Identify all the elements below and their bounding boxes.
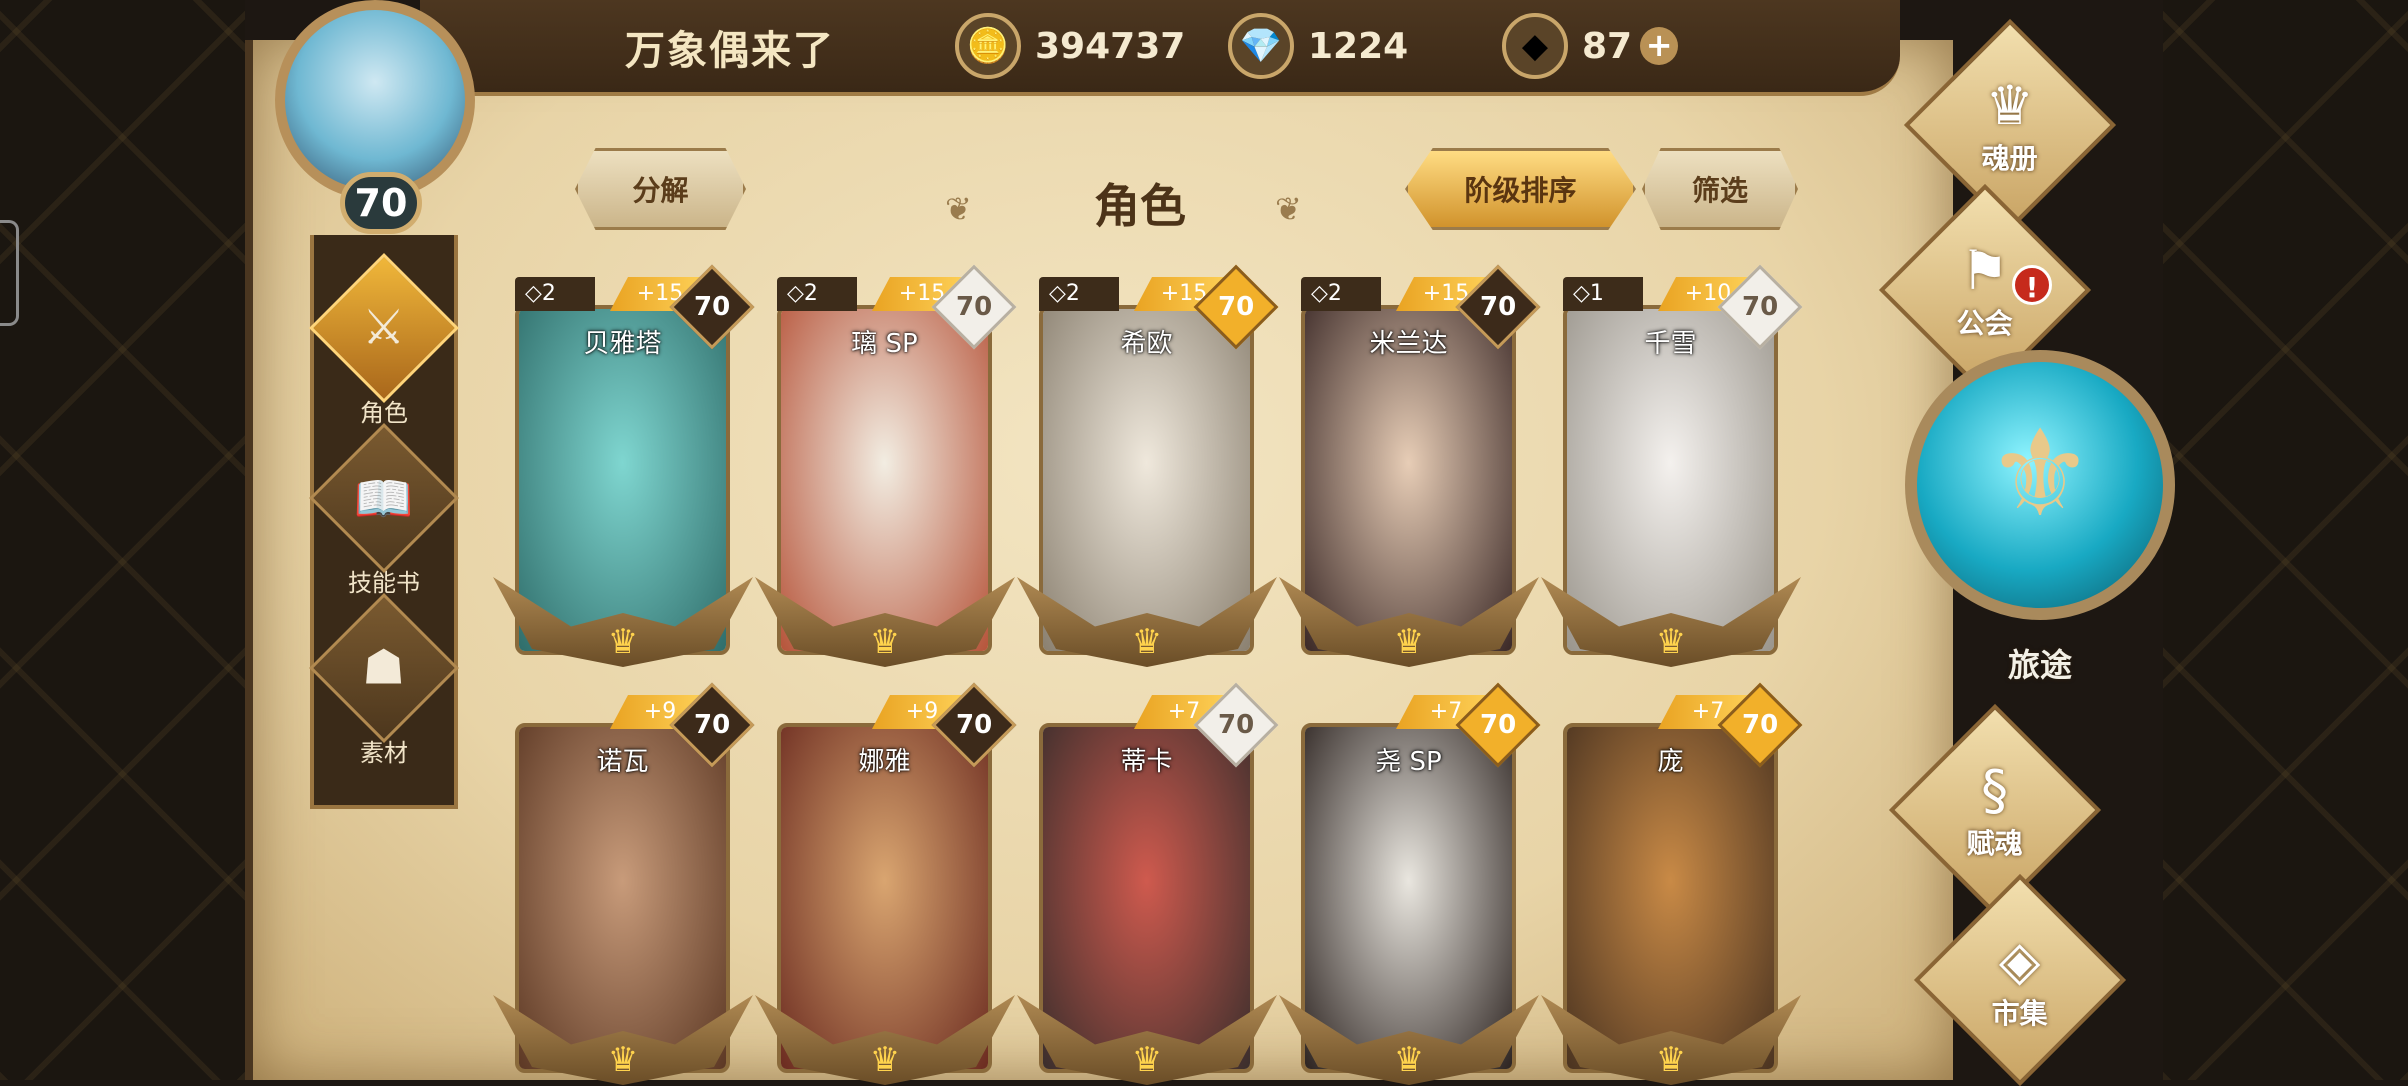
character-portrait bbox=[781, 727, 988, 1069]
journey-label: 旅途 bbox=[2007, 646, 2072, 684]
level-value: 70 bbox=[955, 710, 993, 740]
character-name: 庞 bbox=[1657, 747, 1684, 777]
tier-tag: ◇1 bbox=[1563, 277, 1643, 311]
menu-label: 公会 bbox=[1956, 306, 2014, 340]
crown-icon: ♛ bbox=[607, 622, 639, 662]
character-card[interactable]: +9 70 诺瓦 ♛ bbox=[493, 682, 755, 1085]
player-avatar[interactable]: 70 bbox=[255, 0, 505, 234]
crown-icon: ♛ bbox=[1655, 622, 1687, 662]
menu-label: 赋魂 bbox=[1966, 826, 2024, 860]
soul-book-icon: ♛ bbox=[1985, 73, 2035, 137]
player-name: 万象偶来了 bbox=[625, 28, 835, 74]
soul-stone-value: 87 bbox=[1582, 25, 1633, 67]
level-value: 70 bbox=[1479, 710, 1517, 740]
gold-value: 394737 bbox=[1035, 25, 1186, 67]
crown-icon: ♛ bbox=[1131, 1040, 1163, 1080]
character-name: 贝雅塔 bbox=[583, 329, 662, 359]
gold-coin-icon: 🪙 bbox=[955, 13, 1021, 79]
level-value: 70 bbox=[1741, 710, 1779, 740]
character-card[interactable]: +7 70 庞 ♛ bbox=[1541, 682, 1803, 1085]
character-card[interactable]: ◇1 +10 70 千雪 ♛ bbox=[1541, 264, 1803, 667]
character-card[interactable]: ◇2 +15 70 米兰达 ♛ bbox=[1279, 264, 1541, 667]
market-gem-icon: ◈ bbox=[1999, 928, 2041, 992]
character-portrait bbox=[1567, 309, 1774, 651]
character-portrait bbox=[1567, 727, 1774, 1069]
character-name: 尧 SP bbox=[1375, 747, 1442, 777]
tier-sort-button[interactable]: 阶级排序 bbox=[1405, 148, 1636, 230]
nav-item-characters[interactable]: ⚔ 角色 bbox=[309, 253, 459, 427]
crystal-currency: 💎 1224 bbox=[1228, 10, 1408, 82]
character-portrait bbox=[519, 727, 726, 1069]
character-portrait bbox=[1305, 727, 1512, 1069]
level-value: 70 bbox=[693, 292, 731, 322]
guild-alert-badge: ! bbox=[2012, 265, 2052, 305]
character-card[interactable]: +7 70 尧 SP ♛ bbox=[1279, 682, 1541, 1085]
character-card[interactable]: +7 70 蒂卡 ♛ bbox=[1017, 682, 1279, 1085]
soul-stone-currency: ◆ 87 + bbox=[1502, 10, 1679, 82]
crown-icon: ♛ bbox=[1655, 1040, 1687, 1080]
character-name: 诺瓦 bbox=[596, 747, 649, 777]
character-name: 蒂卡 bbox=[1120, 747, 1173, 777]
character-card[interactable]: ◇2 +15 70 希欧 ♛ bbox=[1017, 264, 1279, 667]
skill-book-icon: 📖 bbox=[309, 423, 459, 573]
blue-crystal-icon: 💎 bbox=[1228, 13, 1294, 79]
character-card[interactable]: ◇2 +15 70 璃 SP ♛ bbox=[755, 264, 1017, 667]
level-value: 70 bbox=[693, 710, 731, 740]
edge-handle[interactable] bbox=[0, 220, 19, 326]
nav-item-materials[interactable]: ☗ 素材 bbox=[309, 593, 459, 767]
character-name: 娜雅 bbox=[858, 747, 911, 777]
crown-icon: ♛ bbox=[869, 1040, 901, 1080]
tier-tag: ◇2 bbox=[777, 277, 857, 311]
menu-label: 魂册 bbox=[1981, 141, 2039, 175]
avatar-level-badge: 70 bbox=[340, 172, 422, 234]
crown-icon: ♛ bbox=[869, 622, 901, 662]
character-card[interactable]: +9 70 娜雅 ♛ bbox=[755, 682, 1017, 1085]
character-card[interactable]: ◇2 +15 70 贝雅塔 ♛ bbox=[493, 264, 755, 667]
tier-tag: ◇2 bbox=[1301, 277, 1381, 311]
soul-flame-icon: § bbox=[1981, 758, 2009, 822]
crown-icon: ♛ bbox=[607, 1040, 639, 1080]
level-value: 70 bbox=[955, 292, 993, 322]
level-value: 70 bbox=[1217, 292, 1255, 322]
character-portrait bbox=[1305, 309, 1512, 651]
tier-tag: ◇2 bbox=[1039, 277, 1119, 311]
character-portrait bbox=[1043, 727, 1250, 1069]
left-nav: ⚔ 角色 📖 技能书 ☗ 素材 bbox=[309, 235, 459, 809]
character-helmet-icon: ⚔ bbox=[309, 253, 459, 403]
nav-item-skill-books[interactable]: 📖 技能书 bbox=[309, 423, 459, 597]
decompose-button[interactable]: 分解 bbox=[575, 148, 746, 230]
character-name: 千雪 bbox=[1644, 329, 1697, 359]
crystal-value: 1224 bbox=[1308, 25, 1409, 67]
section-title: 角色 bbox=[1094, 179, 1186, 233]
gold-currency: 🪙 394737 bbox=[955, 10, 1185, 82]
character-name: 璃 SP bbox=[851, 329, 918, 359]
avatar-portrait[interactable] bbox=[275, 0, 475, 200]
right-decor-panel bbox=[2163, 0, 2408, 1080]
character-portrait bbox=[1043, 309, 1250, 651]
menu-label: 市集 bbox=[1991, 996, 2049, 1030]
character-name: 希欧 bbox=[1120, 329, 1173, 359]
journey-button[interactable]: ⚜ 旅途 bbox=[1905, 350, 2175, 684]
crown-icon: ♛ bbox=[1131, 622, 1163, 662]
character-name: 米兰达 bbox=[1369, 329, 1448, 359]
tier-tag: ◇2 bbox=[515, 277, 595, 311]
level-value: 70 bbox=[1479, 292, 1517, 322]
left-decor-panel bbox=[0, 0, 245, 1080]
level-value: 70 bbox=[1741, 292, 1779, 322]
level-value: 70 bbox=[1217, 710, 1255, 740]
title-flourish-left: ❦ bbox=[945, 190, 972, 228]
filter-button[interactable]: 筛选 bbox=[1642, 148, 1798, 230]
soul-stone-icon: ◆ bbox=[1502, 13, 1568, 79]
crown-icon: ♛ bbox=[1393, 622, 1425, 662]
journey-emblem-icon: ⚜ bbox=[1986, 405, 2094, 544]
add-soul-stone-button[interactable]: + bbox=[1640, 27, 1679, 65]
crown-icon: ♛ bbox=[1393, 1040, 1425, 1080]
guild-banner-icon: ⚑ bbox=[1960, 238, 2010, 302]
character-portrait bbox=[781, 309, 988, 651]
material-icon: ☗ bbox=[309, 593, 459, 743]
character-portrait bbox=[519, 309, 726, 651]
title-flourish-right: ❦ bbox=[1275, 190, 1302, 228]
